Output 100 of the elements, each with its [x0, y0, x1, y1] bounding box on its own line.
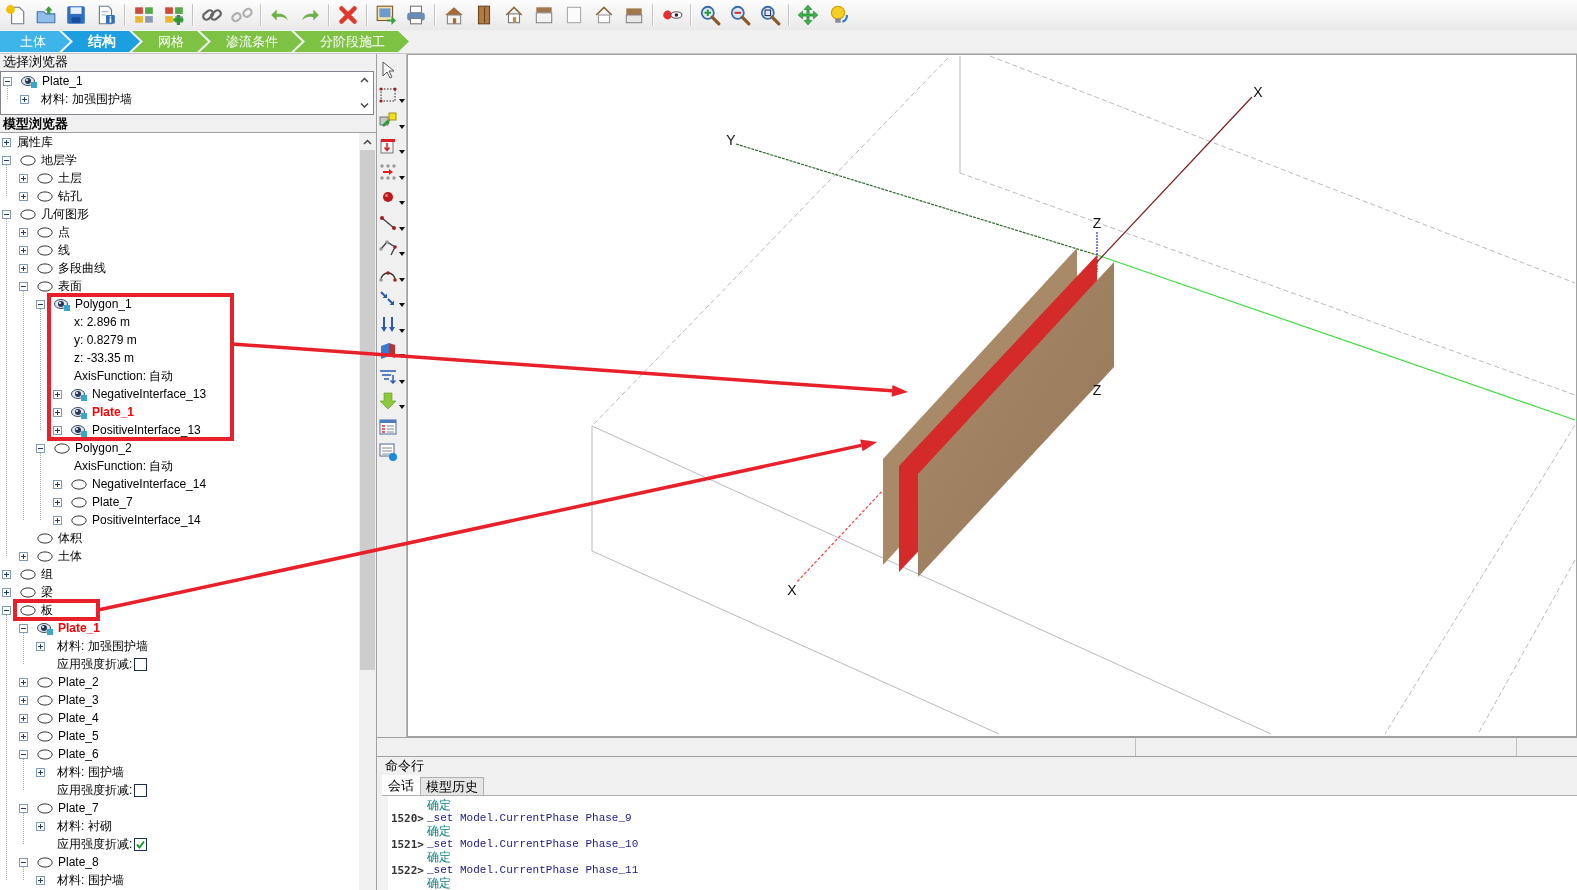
collapse-icon[interactable] — [18, 281, 28, 291]
ellipse-icon[interactable] — [37, 244, 53, 256]
caret-icon[interactable] — [398, 303, 405, 308]
eye-icon[interactable] — [71, 405, 87, 419]
new-file-icon[interactable] — [5, 4, 27, 26]
expand-icon[interactable] — [52, 479, 62, 489]
expand-icon[interactable] — [18, 713, 28, 723]
tree-item[interactable]: 土体 — [58, 548, 82, 564]
tree-item[interactable]: Plate_4 — [58, 710, 99, 726]
ellipse-icon[interactable] — [37, 676, 53, 688]
tree-item[interactable]: 体积 — [58, 530, 82, 546]
table-dot-icon[interactable] — [377, 442, 398, 463]
expand-icon[interactable] — [35, 767, 45, 777]
caret-icon[interactable] — [398, 124, 405, 129]
collapse-icon[interactable] — [18, 623, 28, 633]
expand-icon[interactable] — [18, 227, 28, 237]
collapse-icon[interactable] — [1, 209, 11, 219]
ellipse-icon[interactable] — [37, 802, 53, 814]
tree-item[interactable]: 板 — [41, 602, 53, 618]
tree-item[interactable]: Plate_7 — [58, 800, 99, 816]
ellipse-icon[interactable] — [37, 280, 53, 292]
tree-item[interactable]: Plate_1 — [92, 404, 135, 420]
tree-item[interactable]: Plate_1 — [42, 73, 83, 89]
expand-icon[interactable] — [19, 94, 29, 104]
checkbox[interactable] — [134, 657, 148, 671]
expand-icon[interactable] — [1, 569, 11, 579]
collapse-icon[interactable] — [1, 605, 11, 615]
zoom-in-icon[interactable] — [699, 4, 721, 26]
caret-icon[interactable] — [398, 226, 405, 231]
tree-item[interactable]: Plate_3 — [58, 692, 99, 708]
ellipse-icon[interactable] — [37, 694, 53, 706]
caret-icon[interactable] — [398, 252, 405, 257]
tree-item[interactable]: 土层 — [58, 170, 82, 186]
tree-item[interactable]: 地层学 — [41, 152, 77, 168]
caret-icon[interactable] — [398, 99, 405, 104]
expand-icon[interactable] — [18, 731, 28, 741]
tab[interactable]: 模型历史 — [420, 777, 484, 795]
ellipse-icon[interactable] — [37, 190, 53, 202]
ellipse-icon[interactable] — [37, 712, 53, 724]
scrollbar-thumb[interactable] — [360, 150, 375, 670]
caret-icon[interactable] — [398, 328, 405, 333]
table-icon[interactable] — [377, 416, 398, 437]
eye-icon[interactable] — [21, 74, 37, 88]
ellipse-icon[interactable] — [71, 496, 87, 508]
expand-icon[interactable] — [52, 497, 62, 507]
caret-icon[interactable] — [398, 277, 405, 282]
caret-icon[interactable] — [398, 175, 405, 180]
open-folder-icon[interactable] — [35, 4, 57, 26]
eye-icon[interactable] — [71, 387, 87, 401]
ellipse-icon[interactable] — [37, 172, 53, 184]
caret-icon[interactable] — [398, 405, 405, 410]
tree-item[interactable]: NegativeInterface_13 — [92, 386, 207, 402]
expand-icon[interactable] — [18, 263, 28, 273]
tree-item[interactable]: Plate_8 — [58, 854, 99, 870]
ellipse-icon[interactable] — [37, 226, 53, 238]
expand-icon[interactable] — [52, 407, 62, 417]
tree-item[interactable]: Plate_5 — [58, 728, 99, 744]
tree-item[interactable]: 梁 — [41, 584, 53, 600]
caret-icon[interactable] — [398, 150, 405, 155]
ellipse-icon[interactable] — [20, 568, 36, 580]
ellipse-icon[interactable] — [20, 586, 36, 598]
house-outline-icon[interactable] — [503, 4, 525, 26]
tab[interactable]: 会话 — [382, 775, 420, 795]
collapse-icon[interactable] — [1, 155, 11, 165]
checkbox[interactable] — [134, 783, 148, 797]
ellipse-icon[interactable] — [37, 532, 53, 544]
expand-icon[interactable] — [52, 515, 62, 525]
expand-icon[interactable] — [18, 551, 28, 561]
tree-item[interactable]: 组 — [41, 566, 53, 582]
collapse-icon[interactable] — [35, 443, 45, 453]
ellipse-icon[interactable] — [37, 730, 53, 742]
tree-item[interactable]: 多段曲线 — [58, 260, 106, 276]
tree-item[interactable]: Plate_2 — [58, 674, 99, 690]
ellipse-icon[interactable] — [37, 550, 53, 562]
expand-icon[interactable] — [18, 173, 28, 183]
tree-item[interactable]: Plate_6 — [58, 746, 99, 762]
printer-icon[interactable] — [405, 4, 427, 26]
tree-item[interactable]: NegativeInterface_14 — [92, 476, 207, 492]
expand-icon[interactable] — [52, 425, 62, 435]
tree-item[interactable]: PositiveInterface_14 — [92, 512, 201, 528]
ellipse-icon[interactable] — [37, 262, 53, 274]
house-outline-icon[interactable] — [593, 4, 615, 26]
move-arrows-icon[interactable] — [797, 4, 819, 26]
collapse-icon[interactable] — [18, 749, 28, 759]
collapse-icon[interactable] — [18, 857, 28, 867]
ellipse-icon[interactable] — [20, 154, 36, 166]
collapse-icon[interactable] — [35, 299, 45, 309]
ellipse-icon[interactable] — [54, 442, 70, 454]
tree-item[interactable]: Plate_7 — [92, 494, 133, 510]
expand-icon[interactable] — [35, 875, 45, 885]
collapse-icon[interactable] — [2, 76, 12, 86]
save-icon[interactable] — [65, 4, 87, 26]
ellipse-icon[interactable] — [20, 208, 36, 220]
expand-icon[interactable] — [1, 587, 11, 597]
caret-icon[interactable] — [398, 201, 405, 206]
zoom-out-icon[interactable] — [729, 4, 751, 26]
tree-item[interactable]: 几何图形 — [41, 206, 89, 222]
picture-arrow-icon[interactable] — [375, 4, 397, 26]
expand-icon[interactable] — [35, 641, 45, 651]
eye-icon[interactable] — [71, 423, 87, 437]
